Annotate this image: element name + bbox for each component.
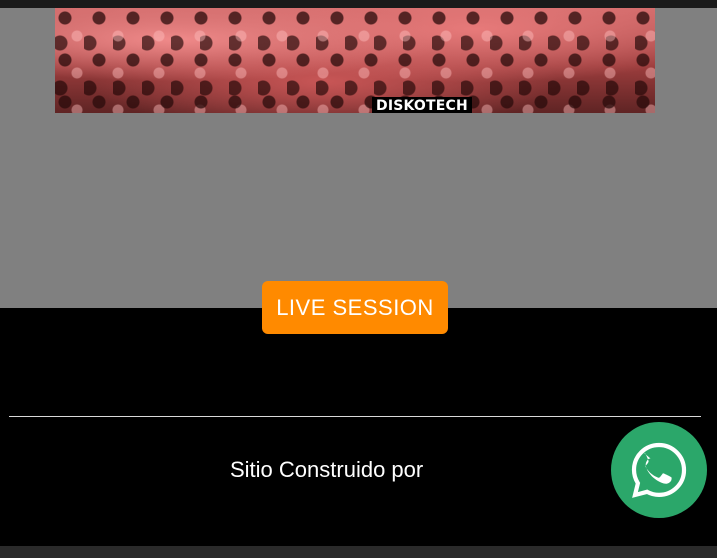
whatsapp-icon [631,442,687,498]
hero-label: DISKOTECH [372,97,472,113]
live-session-button[interactable]: LIVE SESSION [262,281,448,334]
crowd-image [55,8,655,113]
site-credit-text: Sitio Construido por [230,457,424,482]
whatsapp-button[interactable] [611,422,707,518]
footer-divider [9,416,701,417]
hero-video-thumbnail[interactable]: DISKOTECH [55,8,655,113]
top-bar [0,0,717,8]
bottom-strip [0,546,717,558]
